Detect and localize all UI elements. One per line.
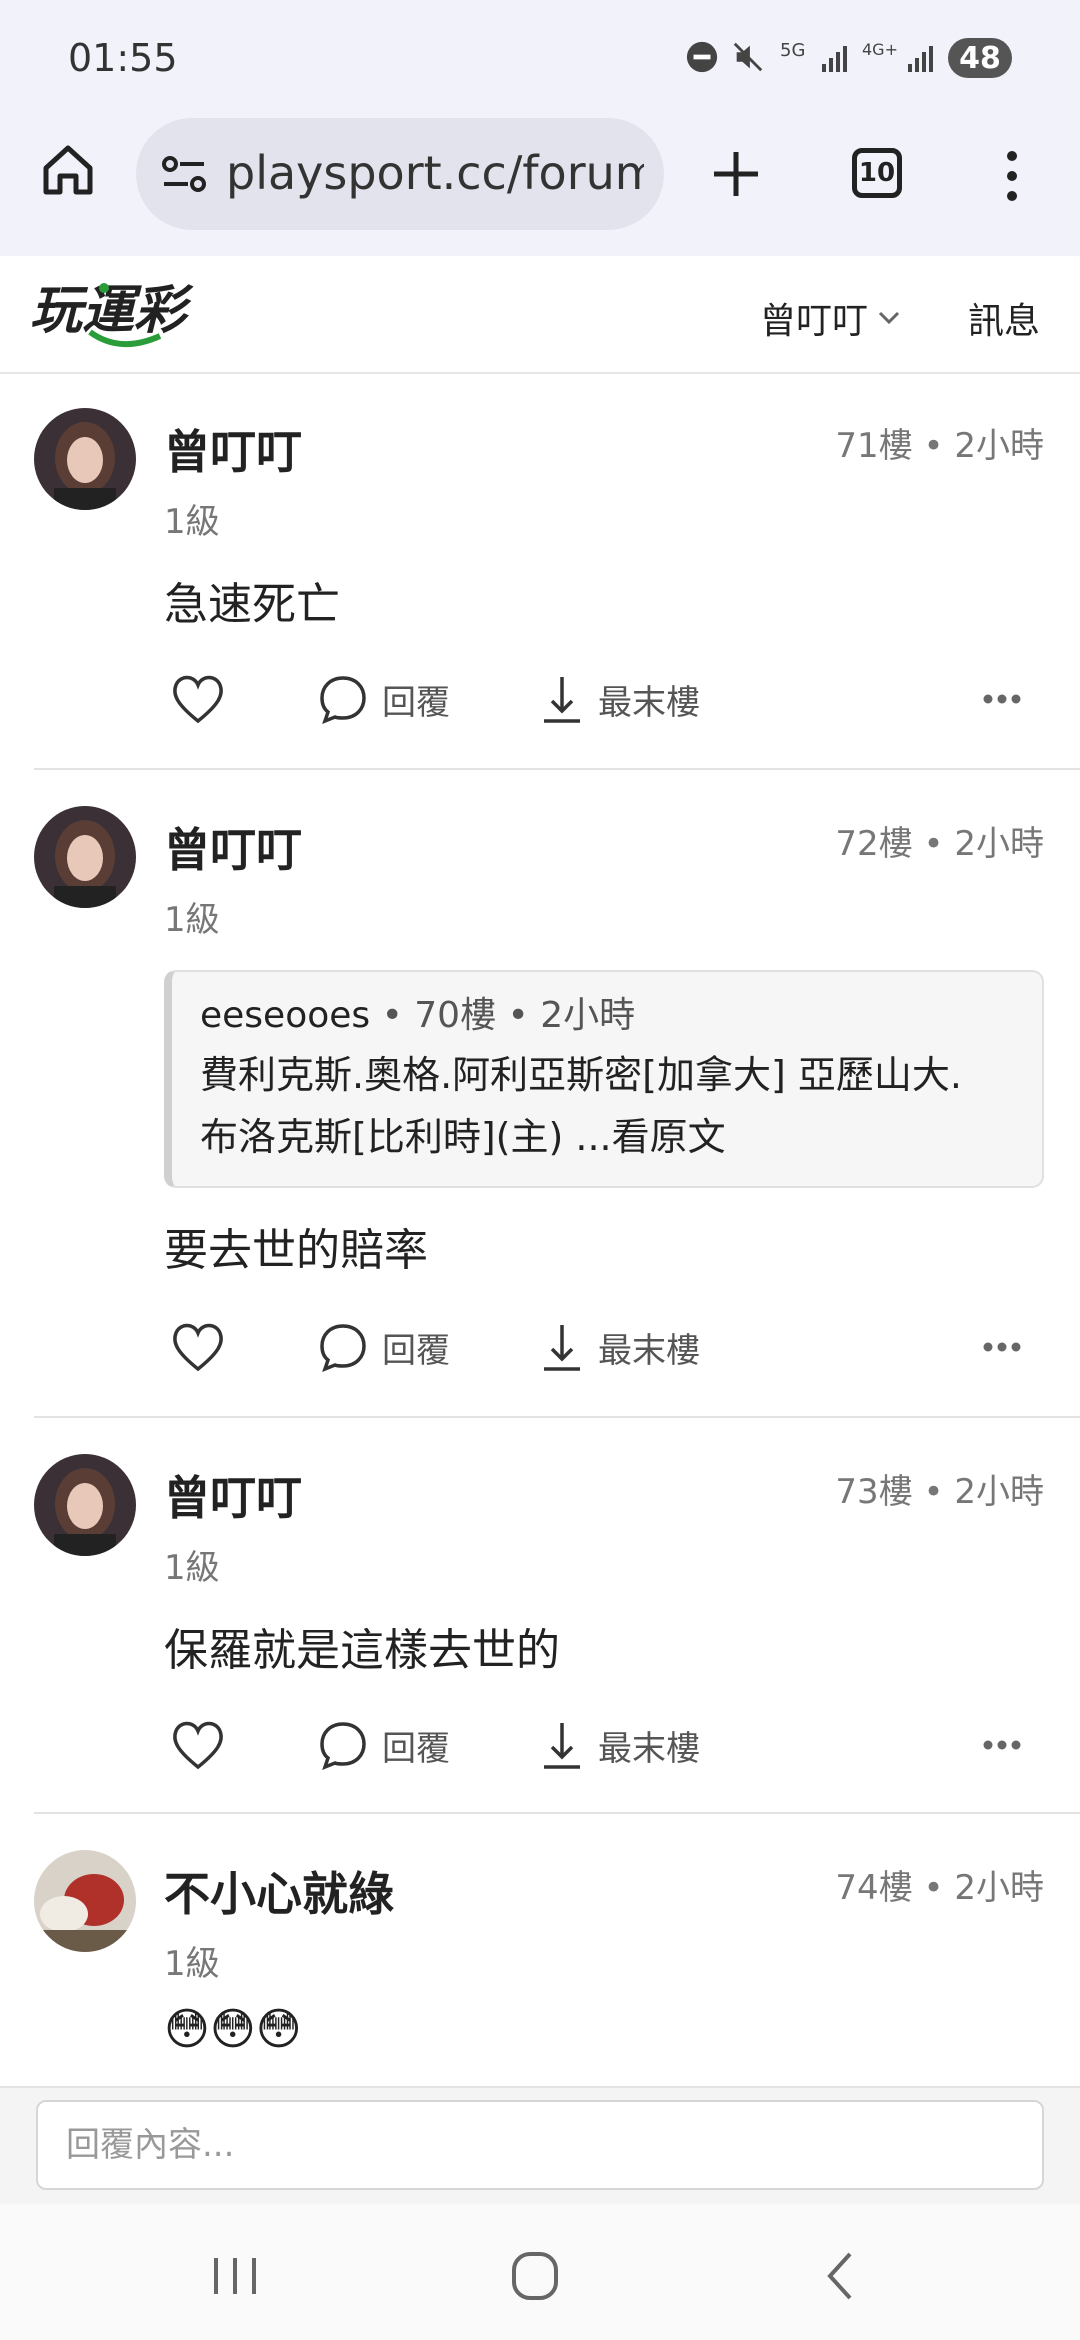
download-arrow-icon [544,677,580,723]
post-floor-time: 74樓 • 2小時 [835,1868,1044,1908]
last-floor-label: 最末樓 [598,1728,700,1769]
network-4g-label: 4G+ [862,40,898,59]
messages-link[interactable]: 訊息 [968,292,1040,344]
network-5g-label: 5G [780,40,806,61]
post-floor: 71樓 [835,426,913,466]
post-floor: 72樓 [835,824,913,864]
post-actions: 回覆 最末樓 [164,664,1044,734]
more-options-button[interactable] [982,664,1022,734]
home-nav-icon[interactable] [500,2244,570,2308]
post-content: 急速死亡 [164,579,340,630]
quoted-post[interactable]: eeseooes • 70樓 • 2小時 費利克斯.奧格.阿利亞斯密[加拿大] … [164,970,1044,1188]
post-username[interactable]: 曾叮叮 [164,416,302,482]
logo-mark: 玩運彩 [30,281,194,348]
quote-text: 費利克斯.奧格.阿利亞斯密[加拿大] 亞歷山大. 布洛克斯[比利時](主) ..… [200,1044,1018,1168]
status-clock: 01:55 [68,36,178,80]
quote-floor: 70樓 [414,995,497,1036]
more-horizontal-icon [983,1740,1021,1750]
more-menu-icon[interactable] [1000,148,1024,204]
like-button[interactable] [170,1710,226,1780]
quote-time: 2小時 [540,995,636,1036]
reply-button[interactable]: 回覆 [318,1312,450,1382]
post-time: 2小時 [954,824,1044,864]
post-username[interactable]: 曾叮叮 [164,814,302,880]
site-logo[interactable]: 玩運彩 [30,274,230,354]
chevron-down-icon [878,311,900,325]
battery-indicator: 48 [948,38,1012,78]
user-level: 1級 [164,502,220,542]
post-time: 2小時 [954,426,1044,466]
user-level: 1級 [164,1548,220,1588]
heart-icon [173,675,223,724]
comment-icon [320,1324,366,1372]
do-not-disturb-icon [686,41,718,73]
last-floor-label: 最末樓 [598,1330,700,1371]
post-content: 保羅就是這樣去世的 [164,1625,560,1676]
tab-switcher-button[interactable]: 10 [852,148,902,198]
site-settings-icon[interactable] [160,152,208,196]
post-floor-time: 73樓 • 2小時 [835,1472,1044,1512]
avatar[interactable] [34,806,136,908]
last-floor-label: 最末樓 [598,682,700,723]
mute-icon [733,42,763,72]
avatar[interactable] [34,408,136,510]
download-arrow-icon [544,1325,580,1371]
post-content: 😳😳😳 [164,2004,302,2055]
post-username[interactable]: 不小心就綠 [164,1858,394,1924]
post-floor: 74樓 [835,1868,913,1908]
reply-button[interactable]: 回覆 [318,664,450,734]
signal-icon [822,46,847,72]
quote-line-2: 布洛克斯[比利時](主) ...看原文 [200,1115,726,1159]
post-actions: 回覆 最末樓 [164,1312,1044,1382]
post-72: 曾叮叮 72樓 • 2小時 1級 eeseooes • 70樓 • 2小時 費利… [0,770,1080,1418]
url-text[interactable]: playsport.cc/forum/p [226,146,644,200]
like-button[interactable] [170,1312,226,1382]
quote-meta: eeseooes • 70樓 • 2小時 [200,995,636,1036]
last-floor-button[interactable]: 最末樓 [540,664,700,734]
back-icon[interactable] [806,2244,876,2308]
last-floor-button[interactable]: 最末樓 [540,1312,700,1382]
like-button[interactable] [170,664,226,734]
logo-text: 玩運彩 [30,281,194,341]
post-71: 曾叮叮 71樓 • 2小時 1級 急速死亡 回覆 最末樓 [0,372,1080,770]
reply-label: 回覆 [382,1330,450,1371]
home-icon[interactable] [38,140,98,200]
post-floor: 73樓 [835,1472,913,1512]
signal-icon-2 [908,46,933,72]
more-horizontal-icon [983,694,1021,704]
post-73: 曾叮叮 73樓 • 2小時 1級 保羅就是這樣去世的 回覆 最末樓 [0,1418,1080,1814]
post-content: 要去世的賠率 [164,1225,428,1276]
new-tab-icon[interactable] [710,148,762,200]
user-level: 1級 [164,1944,220,1984]
reply-button[interactable]: 回覆 [318,1710,450,1780]
more-options-button[interactable] [982,1312,1022,1382]
heart-icon [173,1323,223,1372]
heart-icon [173,1721,223,1770]
avatar[interactable] [34,1850,136,1952]
user-menu[interactable]: 曾叮叮 [760,292,900,344]
quote-line-1: 費利克斯.奧格.阿利亞斯密[加拿大] 亞歷山大. [200,1053,962,1097]
user-level: 1級 [164,900,220,940]
comment-icon [320,1722,366,1770]
user-menu-name: 曾叮叮 [760,301,869,342]
post-74: 不小心就綠 74樓 • 2小時 1級 😳😳😳 [0,1814,1080,2086]
download-arrow-icon [544,1723,580,1769]
post-floor-time: 72樓 • 2小時 [835,824,1044,864]
reply-input[interactable] [36,2100,1044,2190]
avatar[interactable] [34,1454,136,1556]
last-floor-button[interactable]: 最末樓 [540,1710,700,1780]
post-username[interactable]: 曾叮叮 [164,1462,302,1528]
more-options-button[interactable] [982,1710,1022,1780]
post-floor-time: 71樓 • 2小時 [835,426,1044,466]
quote-username: eeseooes [200,995,371,1036]
comment-icon [320,676,366,724]
post-time: 2小時 [954,1868,1044,1908]
post-time: 2小時 [954,1472,1044,1512]
reply-label: 回覆 [382,1728,450,1769]
post-actions: 回覆 最末樓 [164,1710,1044,1780]
more-horizontal-icon [983,1342,1021,1352]
recent-apps-icon[interactable] [200,2244,270,2308]
reply-label: 回覆 [382,682,450,723]
